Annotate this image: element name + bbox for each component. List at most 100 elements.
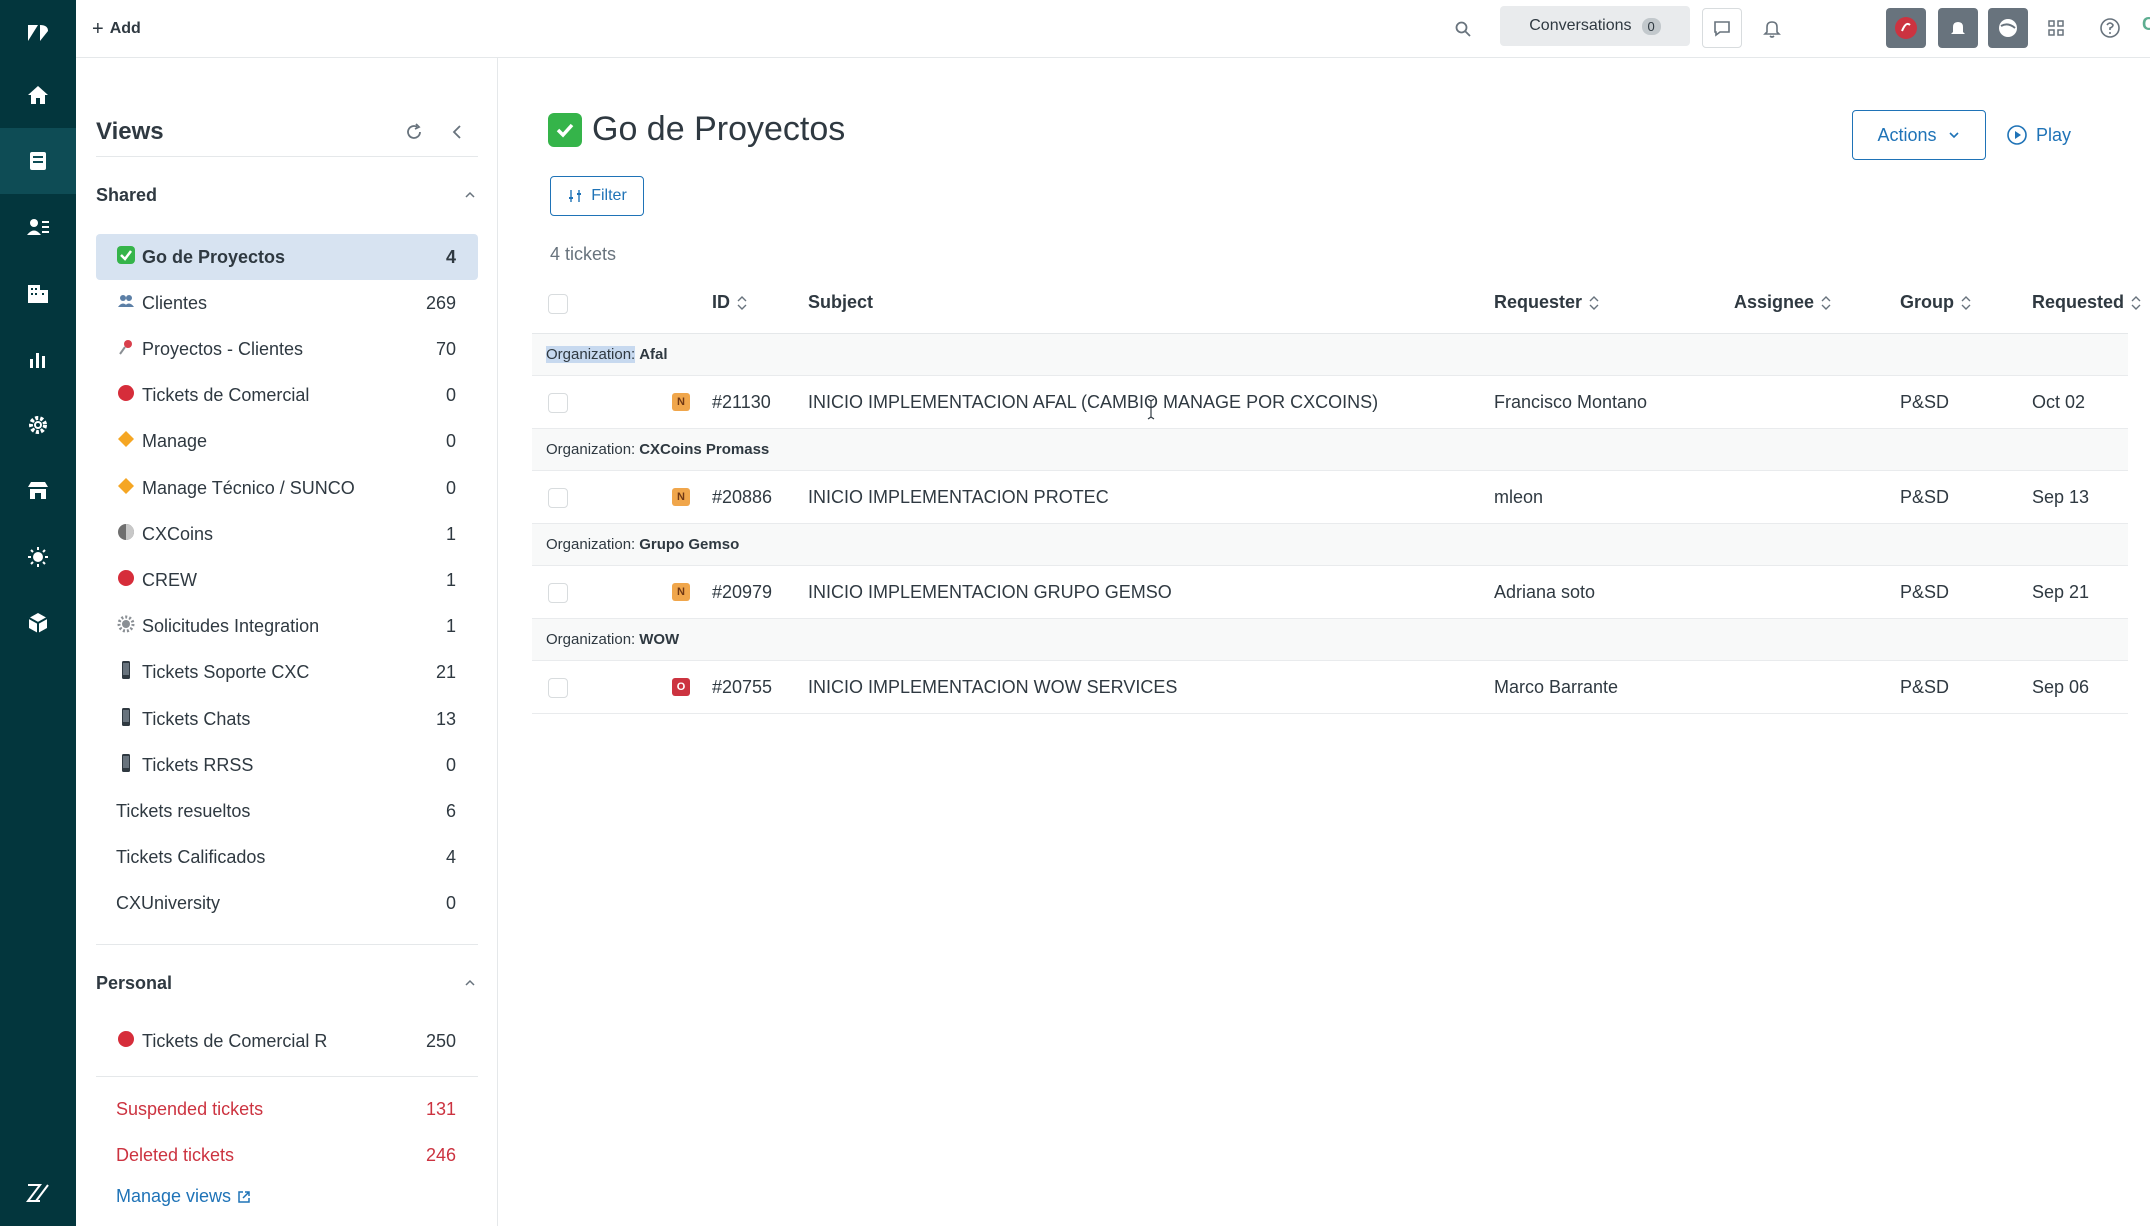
view-label: Solicitudes Integration	[116, 614, 319, 639]
conversations-button[interactable]: Conversations 0	[1500, 6, 1690, 46]
check-icon	[116, 245, 138, 270]
reporting-icon[interactable]	[0, 326, 76, 392]
store-icon[interactable]	[0, 458, 76, 524]
actions-button[interactable]: Actions	[1852, 110, 1986, 160]
view-item-tickets-calificados[interactable]: Tickets Calificados 4	[96, 835, 478, 881]
bell-app-icon[interactable]	[1938, 8, 1978, 48]
column-header-group[interactable]: Group	[1900, 292, 1972, 313]
red-dot-icon	[116, 1029, 138, 1054]
table-header: ID Subject Requester Assignee Group Requ…	[532, 274, 2141, 334]
view-count: 1	[445, 523, 456, 544]
personal-section-label: Personal	[96, 972, 173, 993]
view-label-text: Proyectos - Clientes	[142, 338, 304, 359]
view-label-text: CXUniversity	[116, 893, 221, 914]
view-item-cxuniversity[interactable]: CXUniversity 0	[96, 881, 478, 927]
row-checkbox[interactable]	[548, 488, 568, 508]
table-row[interactable]: N #20979 INICIO IMPLEMENTACION GRUPO GEMSO…	[532, 566, 2128, 619]
row-checkbox[interactable]	[548, 393, 568, 413]
chat-icon[interactable]	[1702, 8, 1742, 48]
filter-button[interactable]: Filter	[550, 176, 644, 216]
view-label-text: Tickets Calificados	[116, 847, 266, 868]
group-key: Organization:	[546, 536, 636, 553]
personal-divider	[96, 944, 478, 945]
view-item-tickets-de-comercial[interactable]: Tickets de Comercial 0	[96, 373, 478, 419]
view-item-go-de-proyectos[interactable]: Go de Proyectos 4	[96, 234, 478, 280]
row-checkbox[interactable]	[548, 678, 568, 698]
collapse-panel-icon[interactable]	[441, 116, 473, 148]
column-header-assignee[interactable]: Assignee	[1734, 292, 1832, 313]
organizations-icon[interactable]	[0, 260, 76, 326]
select-all-checkbox[interactable]	[548, 294, 568, 314]
cell-id[interactable]: #20886	[712, 487, 772, 508]
cell-requested: Oct 02	[2032, 392, 2086, 412]
view-item-tickets-chats[interactable]: Tickets Chats 13	[96, 696, 478, 742]
view-item-tickets-resueltos[interactable]: Tickets resueltos 6	[96, 788, 478, 834]
external-link-icon	[238, 1190, 250, 1203]
column-header-id[interactable]: ID	[712, 292, 748, 313]
view-deleted-tickets[interactable]: Deleted tickets 246	[96, 1132, 478, 1178]
app-root: + Add Conversations 0 CXO	[0, 0, 2150, 1226]
cube-app-icon[interactable]	[0, 590, 76, 656]
view-label: Tickets Chats	[116, 707, 250, 732]
zendesk-logo-icon[interactable]	[0, 0, 76, 66]
admin-gear-icon[interactable]	[0, 392, 76, 458]
row-checkbox[interactable]	[548, 583, 568, 603]
view-item-solicitudes-integration[interactable]: Solicitudes Integration 1	[96, 604, 478, 650]
shared-section-label: Shared	[96, 184, 158, 205]
globe-app-icon[interactable]	[1988, 8, 2028, 48]
view-item-tickets-de-comercial-r[interactable]: Tickets de Comercial R 250	[96, 1018, 478, 1064]
customers-icon[interactable]	[0, 194, 76, 260]
cell-id[interactable]: #20979	[712, 582, 772, 603]
table-row[interactable]: O #20755 INICIO IMPLEMENTACION WOW SERVICE…	[532, 661, 2128, 714]
group-row: Organization: CXCoins Promass	[532, 429, 2128, 471]
view-label: Tickets Soporte CXC	[116, 660, 309, 685]
view-item-manage-t-cnico-sunco[interactable]: Manage Técnico / SUNCO 0	[96, 465, 478, 511]
column-header-subject[interactable]: Subject	[808, 292, 873, 313]
view-item-clientes[interactable]: Clientes 269	[96, 280, 478, 326]
column-header-requested[interactable]: Requested	[2032, 292, 2142, 313]
views-icon[interactable]	[0, 128, 76, 194]
zendesk-wordmark-icon[interactable]	[0, 1160, 76, 1226]
home-icon[interactable]	[0, 62, 76, 128]
column-header-requester[interactable]: Requester	[1494, 292, 1600, 313]
cell-subject[interactable]: INICIO IMPLEMENTACION GRUPO GEMSO	[808, 582, 1172, 603]
view-item-cxcoins[interactable]: CXCoins 1	[96, 511, 478, 557]
view-count: 70	[435, 338, 456, 359]
view-item-proyectos-clientes[interactable]: Proyectos - Clientes 70	[96, 326, 478, 372]
cell-subject[interactable]: INICIO IMPLEMENTACION PROTEC	[808, 487, 1109, 508]
sun-app-icon[interactable]	[0, 524, 76, 590]
chevron-up-icon	[465, 191, 475, 198]
view-item-tickets-soporte-cxc[interactable]: Tickets Soporte CXC 21	[96, 650, 478, 696]
table-row[interactable]: N #21130 INICIO IMPLEMENTACION AFAL (CAMBI…	[532, 376, 2128, 429]
view-count: 21	[435, 662, 456, 683]
cell-group: P&SD	[1900, 582, 1950, 602]
red-app-icon[interactable]	[1886, 8, 1926, 48]
play-button[interactable]: Play	[2006, 120, 2071, 150]
view-label-text: CREW	[142, 569, 197, 590]
personal-section-header[interactable]: Personal	[96, 968, 478, 998]
cell-id[interactable]: #21130	[712, 392, 771, 413]
cell-subject[interactable]: INICIO IMPLEMENTACION AFAL (CAMBIO MANAG…	[808, 392, 1378, 413]
filter-sliders-icon	[569, 190, 582, 202]
account-brand-logo[interactable]: CXO	[2142, 14, 2150, 35]
view-label-text: Tickets RRSS	[142, 754, 254, 775]
manage-views-link[interactable]: Manage views	[116, 1186, 251, 1207]
column-header-label: Requested	[2032, 292, 2125, 312]
add-button[interactable]: + Add	[92, 14, 141, 44]
search-icon[interactable]	[1448, 14, 1478, 44]
cell-id[interactable]: #20755	[712, 677, 772, 698]
help-icon[interactable]	[2090, 8, 2130, 48]
notifications-bell-icon[interactable]	[1752, 8, 1792, 48]
view-item-crew[interactable]: CREW 1	[96, 557, 478, 603]
shared-section-header[interactable]: Shared	[96, 180, 478, 210]
product-grid-icon[interactable]	[2036, 8, 2076, 48]
main-content: Go de Proyectos Actions Play Filter 4 ti…	[498, 58, 2150, 1226]
view-label: Tickets Calificados	[116, 847, 265, 868]
cell-subject[interactable]: INICIO IMPLEMENTACION WOW SERVICES	[808, 677, 1177, 698]
table-row[interactable]: N #20886 INICIO IMPLEMENTACION PROTEC mleon…	[532, 471, 2128, 524]
view-item-manage[interactable]: Manage 0	[96, 419, 478, 465]
refresh-icon[interactable]	[398, 116, 430, 148]
view-item-tickets-rrss[interactable]: Tickets RRSS 0	[96, 742, 478, 788]
view-suspended-tickets[interactable]: Suspended tickets 131	[96, 1086, 478, 1132]
view-count: 131	[425, 1098, 456, 1119]
